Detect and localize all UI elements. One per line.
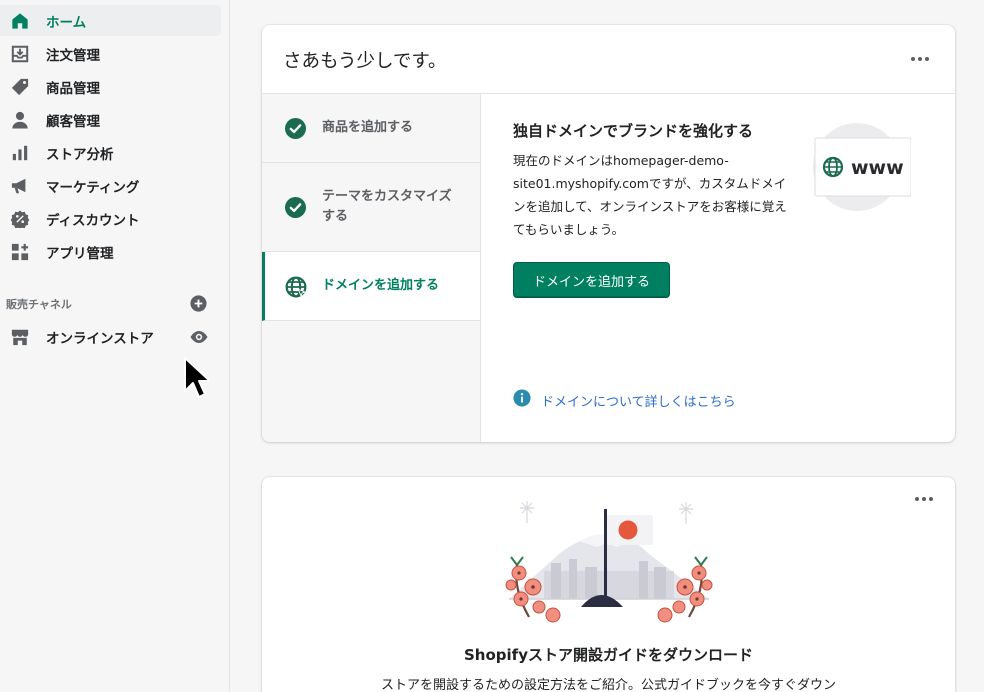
step-customize-theme[interactable]: テーマをカスタマイズする: [262, 163, 480, 252]
detail-description: 現在のドメインはhomepager-demo-site01.myshopify.…: [513, 153, 787, 237]
bar-chart-icon: [10, 143, 30, 163]
add-domain-button[interactable]: ドメインを追加する: [513, 262, 670, 298]
dot-icon: [911, 57, 915, 61]
nav-item-label: ディスカウント: [46, 212, 140, 229]
step-label: テーマをカスタマイズする: [322, 189, 452, 224]
add-channel-button[interactable]: [190, 295, 207, 312]
step-label: ドメインを追加する: [322, 278, 440, 293]
dot-icon: [929, 497, 933, 501]
step-add-domain[interactable]: ドメインを追加する: [262, 252, 480, 321]
orders-icon: [10, 44, 30, 64]
nav-item-analytics[interactable]: ストア分析: [0, 137, 221, 168]
nav-item-label: ストア分析: [46, 146, 114, 163]
guide-title: Shopifyストア開設ガイドをダウンロード: [464, 646, 753, 664]
more-actions-button[interactable]: [915, 494, 933, 504]
person-icon: [10, 110, 30, 130]
nav-item-label: 顧客管理: [46, 113, 100, 130]
nav-item-label: ホーム: [46, 14, 87, 31]
sidebar: ホーム 注文管理 商品管理 顧客管理 ストア分析 マーケティング ディスカウント…: [0, 0, 230, 692]
dot-icon: [915, 497, 919, 501]
step-add-products[interactable]: 商品を追加する: [262, 94, 480, 163]
guide-description: ストアを開設するための設定方法をご紹介。公式ガイドブックを今すぐダウン: [380, 678, 836, 692]
apps-icon: [10, 242, 30, 262]
setup-steps-list: 商品を追加する テーマをカスタマイズする ドメインを追加する: [262, 94, 481, 442]
nav-item-products[interactable]: 商品管理: [0, 71, 221, 102]
nav-item-customers[interactable]: 顧客管理: [0, 104, 221, 135]
tag-icon: [10, 77, 30, 97]
card-header: さあもう少しです。: [262, 25, 955, 94]
nav-item-orders[interactable]: 注文管理: [0, 38, 221, 69]
store-guide-card: Shopifyストア開設ガイドをダウンロード ストアを開設するための設定方法をご…: [262, 477, 955, 692]
globe-icon: [285, 276, 307, 297]
card-title: さあもう少しです。: [283, 51, 447, 72]
check-circle-icon: [285, 196, 306, 218]
learn-more-domain-link[interactable]: ドメインについて詳しくはこちら: [513, 389, 736, 411]
learn-more-label: ドメインについて詳しくはこちら: [541, 394, 736, 410]
nav-item-label: マーケティング: [46, 179, 140, 196]
www-text: www: [851, 157, 904, 179]
store-icon: [10, 327, 30, 347]
nav-item-discounts[interactable]: ディスカウント: [0, 203, 221, 234]
mouse-cursor-icon: [183, 357, 211, 401]
dot-icon: [925, 57, 929, 61]
nav-item-online-store[interactable]: オンラインストア: [0, 321, 221, 352]
info-icon: [513, 389, 531, 411]
discount-icon: [10, 209, 30, 229]
nav-item-marketing[interactable]: マーケティング: [0, 170, 221, 201]
japan-guide-illustration: [489, 499, 729, 627]
megaphone-icon: [10, 176, 30, 196]
nav-item-label: 注文管理: [46, 47, 100, 64]
nav-item-label: 商品管理: [46, 80, 100, 97]
view-online-store-button[interactable]: [189, 327, 209, 347]
domain-illustration: www: [811, 121, 912, 213]
step-label: 商品を追加する: [322, 120, 414, 135]
nav-item-apps[interactable]: アプリ管理: [0, 236, 221, 267]
detail-title: 独自ドメインでブランドを強化する: [513, 122, 754, 140]
more-actions-button[interactable]: [911, 54, 929, 64]
dot-icon: [922, 497, 926, 501]
plus-circle-icon: [190, 295, 207, 312]
home-icon: [10, 11, 30, 31]
dot-icon: [918, 57, 922, 61]
sales-channels-title: 販売チャネル: [6, 298, 72, 311]
nav-item-home[interactable]: ホーム: [0, 5, 221, 36]
nav-item-label: オンラインストア: [46, 330, 154, 347]
check-circle-icon: [285, 117, 306, 139]
nav-item-label: アプリ管理: [46, 245, 114, 262]
setup-guide-card: さあもう少しです。 商品を追加する テーマをカスタマイズする ドメインを追加する…: [262, 25, 955, 442]
eye-icon: [190, 331, 208, 343]
flag-sun: [618, 520, 638, 540]
